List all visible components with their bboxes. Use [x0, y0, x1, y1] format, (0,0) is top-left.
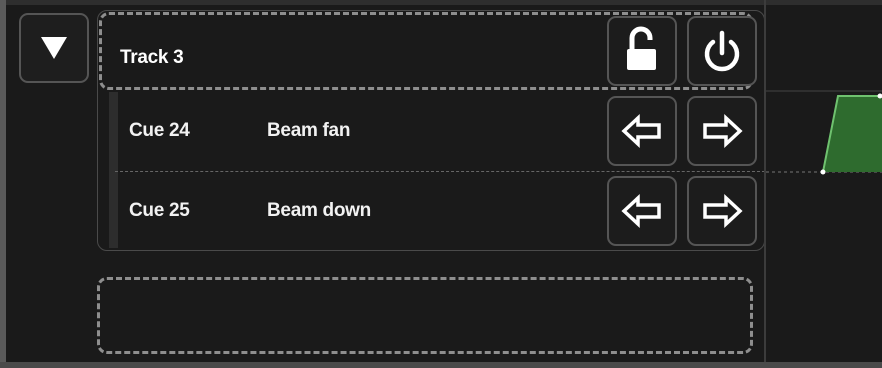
track-title: Track 3	[120, 47, 184, 68]
track-group: Track 3 Cue 24 Beam fan Cue 25 Beam down	[97, 10, 767, 253]
cue-previous-button[interactable]	[607, 96, 677, 166]
cue-name: Beam down	[267, 200, 371, 221]
timeline-canvas	[766, 90, 882, 175]
arrow-left-icon	[621, 113, 661, 149]
collapse-track-button[interactable]	[19, 13, 89, 83]
power-icon	[704, 30, 740, 72]
cue-number: Cue 24	[129, 120, 190, 141]
cue-row[interactable]: Cue 24 Beam fan	[97, 92, 765, 172]
arrow-left-icon	[621, 193, 661, 229]
triangle-down-icon	[41, 37, 67, 59]
cue-fade-shape	[823, 96, 882, 172]
panel-left-edge	[0, 0, 6, 368]
cue-next-button[interactable]	[687, 96, 757, 166]
cue-number: Cue 25	[129, 200, 190, 221]
unlocked-padlock-icon	[627, 26, 656, 70]
cue-next-button[interactable]	[687, 176, 757, 246]
lock-track-button[interactable]	[607, 16, 677, 86]
power-toggle-button[interactable]	[687, 16, 757, 86]
cue-name: Beam fan	[267, 120, 351, 141]
panel-top-edge	[0, 0, 882, 5]
timeline-area[interactable]	[766, 0, 882, 362]
cue-row[interactable]: Cue 25 Beam down	[97, 172, 765, 252]
add-track-drop-zone[interactable]	[97, 277, 753, 354]
arrow-right-icon	[703, 193, 743, 229]
cue-previous-button[interactable]	[607, 176, 677, 246]
arrow-right-icon	[703, 113, 743, 149]
panel-bottom-edge	[0, 362, 882, 368]
fade-start-handle[interactable]	[820, 169, 826, 175]
